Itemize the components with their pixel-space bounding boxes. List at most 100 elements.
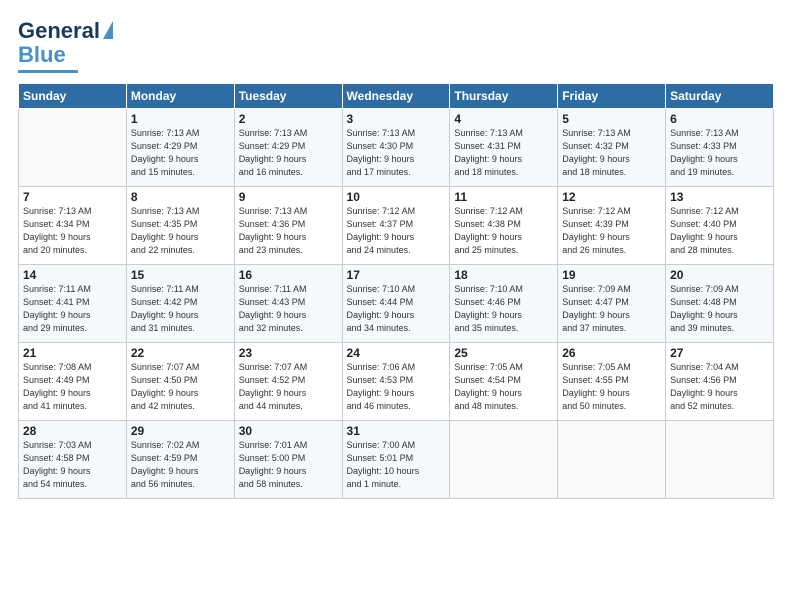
day-number: 28 — [23, 424, 122, 438]
day-number: 11 — [454, 190, 553, 204]
day-info: Sunrise: 7:12 AMSunset: 4:40 PMDaylight:… — [670, 205, 769, 257]
calendar-cell: 5Sunrise: 7:13 AMSunset: 4:32 PMDaylight… — [558, 109, 666, 187]
day-number: 12 — [562, 190, 661, 204]
day-info: Sunrise: 7:13 AMSunset: 4:31 PMDaylight:… — [454, 127, 553, 179]
day-info: Sunrise: 7:13 AMSunset: 4:33 PMDaylight:… — [670, 127, 769, 179]
day-number: 4 — [454, 112, 553, 126]
logo-blue-text: Blue — [18, 42, 66, 68]
day-info: Sunrise: 7:03 AMSunset: 4:58 PMDaylight:… — [23, 439, 122, 491]
day-info: Sunrise: 7:12 AMSunset: 4:39 PMDaylight:… — [562, 205, 661, 257]
day-info: Sunrise: 7:13 AMSunset: 4:32 PMDaylight:… — [562, 127, 661, 179]
calendar-cell — [19, 109, 127, 187]
calendar-cell: 11Sunrise: 7:12 AMSunset: 4:38 PMDayligh… — [450, 187, 558, 265]
day-number: 10 — [347, 190, 446, 204]
day-header-thursday: Thursday — [450, 84, 558, 109]
day-info: Sunrise: 7:06 AMSunset: 4:53 PMDaylight:… — [347, 361, 446, 413]
calendar-table: SundayMondayTuesdayWednesdayThursdayFrid… — [18, 83, 774, 499]
calendar-cell: 24Sunrise: 7:06 AMSunset: 4:53 PMDayligh… — [342, 343, 450, 421]
day-number: 17 — [347, 268, 446, 282]
day-number: 29 — [131, 424, 230, 438]
day-header-tuesday: Tuesday — [234, 84, 342, 109]
calendar-cell: 18Sunrise: 7:10 AMSunset: 4:46 PMDayligh… — [450, 265, 558, 343]
day-info: Sunrise: 7:05 AMSunset: 4:55 PMDaylight:… — [562, 361, 661, 413]
day-number: 27 — [670, 346, 769, 360]
day-number: 23 — [239, 346, 338, 360]
calendar-cell — [558, 421, 666, 499]
day-info: Sunrise: 7:11 AMSunset: 4:41 PMDaylight:… — [23, 283, 122, 335]
calendar-cell: 4Sunrise: 7:13 AMSunset: 4:31 PMDaylight… — [450, 109, 558, 187]
day-header-wednesday: Wednesday — [342, 84, 450, 109]
day-header-saturday: Saturday — [666, 84, 774, 109]
day-info: Sunrise: 7:13 AMSunset: 4:36 PMDaylight:… — [239, 205, 338, 257]
day-number: 21 — [23, 346, 122, 360]
calendar-cell: 6Sunrise: 7:13 AMSunset: 4:33 PMDaylight… — [666, 109, 774, 187]
day-info: Sunrise: 7:13 AMSunset: 4:34 PMDaylight:… — [23, 205, 122, 257]
day-info: Sunrise: 7:09 AMSunset: 4:47 PMDaylight:… — [562, 283, 661, 335]
calendar-cell: 19Sunrise: 7:09 AMSunset: 4:47 PMDayligh… — [558, 265, 666, 343]
day-header-friday: Friday — [558, 84, 666, 109]
calendar-week-4: 21Sunrise: 7:08 AMSunset: 4:49 PMDayligh… — [19, 343, 774, 421]
calendar-cell — [450, 421, 558, 499]
day-number: 31 — [347, 424, 446, 438]
calendar-cell: 21Sunrise: 7:08 AMSunset: 4:49 PMDayligh… — [19, 343, 127, 421]
calendar-cell — [666, 421, 774, 499]
day-number: 15 — [131, 268, 230, 282]
logo-triangle-icon — [103, 21, 113, 39]
day-info: Sunrise: 7:11 AMSunset: 4:42 PMDaylight:… — [131, 283, 230, 335]
day-number: 5 — [562, 112, 661, 126]
day-info: Sunrise: 7:12 AMSunset: 4:37 PMDaylight:… — [347, 205, 446, 257]
calendar-cell: 16Sunrise: 7:11 AMSunset: 4:43 PMDayligh… — [234, 265, 342, 343]
calendar-week-2: 7Sunrise: 7:13 AMSunset: 4:34 PMDaylight… — [19, 187, 774, 265]
day-info: Sunrise: 7:07 AMSunset: 4:52 PMDaylight:… — [239, 361, 338, 413]
logo-general-text: General — [18, 18, 100, 44]
calendar-header-row: SundayMondayTuesdayWednesdayThursdayFrid… — [19, 84, 774, 109]
calendar-cell: 25Sunrise: 7:05 AMSunset: 4:54 PMDayligh… — [450, 343, 558, 421]
day-info: Sunrise: 7:11 AMSunset: 4:43 PMDaylight:… — [239, 283, 338, 335]
day-number: 18 — [454, 268, 553, 282]
calendar-cell: 10Sunrise: 7:12 AMSunset: 4:37 PMDayligh… — [342, 187, 450, 265]
calendar-cell: 23Sunrise: 7:07 AMSunset: 4:52 PMDayligh… — [234, 343, 342, 421]
day-header-sunday: Sunday — [19, 84, 127, 109]
calendar-cell: 17Sunrise: 7:10 AMSunset: 4:44 PMDayligh… — [342, 265, 450, 343]
day-info: Sunrise: 7:09 AMSunset: 4:48 PMDaylight:… — [670, 283, 769, 335]
calendar-week-5: 28Sunrise: 7:03 AMSunset: 4:58 PMDayligh… — [19, 421, 774, 499]
calendar-cell: 22Sunrise: 7:07 AMSunset: 4:50 PMDayligh… — [126, 343, 234, 421]
page: General Blue SundayMondayTuesdayWednesda… — [0, 0, 792, 509]
calendar-week-3: 14Sunrise: 7:11 AMSunset: 4:41 PMDayligh… — [19, 265, 774, 343]
day-number: 13 — [670, 190, 769, 204]
calendar-cell: 14Sunrise: 7:11 AMSunset: 4:41 PMDayligh… — [19, 265, 127, 343]
day-info: Sunrise: 7:13 AMSunset: 4:29 PMDaylight:… — [131, 127, 230, 179]
day-number: 25 — [454, 346, 553, 360]
day-number: 30 — [239, 424, 338, 438]
calendar-cell: 29Sunrise: 7:02 AMSunset: 4:59 PMDayligh… — [126, 421, 234, 499]
calendar-cell: 15Sunrise: 7:11 AMSunset: 4:42 PMDayligh… — [126, 265, 234, 343]
day-info: Sunrise: 7:12 AMSunset: 4:38 PMDaylight:… — [454, 205, 553, 257]
calendar-cell: 12Sunrise: 7:12 AMSunset: 4:39 PMDayligh… — [558, 187, 666, 265]
calendar-cell: 1Sunrise: 7:13 AMSunset: 4:29 PMDaylight… — [126, 109, 234, 187]
calendar-cell: 13Sunrise: 7:12 AMSunset: 4:40 PMDayligh… — [666, 187, 774, 265]
day-number: 3 — [347, 112, 446, 126]
header: General Blue — [18, 18, 774, 73]
calendar-cell: 7Sunrise: 7:13 AMSunset: 4:34 PMDaylight… — [19, 187, 127, 265]
day-number: 19 — [562, 268, 661, 282]
logo: General Blue — [18, 18, 113, 73]
calendar-cell: 31Sunrise: 7:00 AMSunset: 5:01 PMDayligh… — [342, 421, 450, 499]
day-info: Sunrise: 7:04 AMSunset: 4:56 PMDaylight:… — [670, 361, 769, 413]
calendar-cell: 26Sunrise: 7:05 AMSunset: 4:55 PMDayligh… — [558, 343, 666, 421]
day-info: Sunrise: 7:08 AMSunset: 4:49 PMDaylight:… — [23, 361, 122, 413]
day-number: 16 — [239, 268, 338, 282]
calendar-cell: 20Sunrise: 7:09 AMSunset: 4:48 PMDayligh… — [666, 265, 774, 343]
day-number: 26 — [562, 346, 661, 360]
calendar-cell: 30Sunrise: 7:01 AMSunset: 5:00 PMDayligh… — [234, 421, 342, 499]
day-header-monday: Monday — [126, 84, 234, 109]
day-number: 8 — [131, 190, 230, 204]
day-info: Sunrise: 7:13 AMSunset: 4:35 PMDaylight:… — [131, 205, 230, 257]
calendar-week-1: 1Sunrise: 7:13 AMSunset: 4:29 PMDaylight… — [19, 109, 774, 187]
day-number: 9 — [239, 190, 338, 204]
calendar-cell: 28Sunrise: 7:03 AMSunset: 4:58 PMDayligh… — [19, 421, 127, 499]
day-number: 22 — [131, 346, 230, 360]
day-info: Sunrise: 7:13 AMSunset: 4:30 PMDaylight:… — [347, 127, 446, 179]
calendar-cell: 8Sunrise: 7:13 AMSunset: 4:35 PMDaylight… — [126, 187, 234, 265]
calendar-cell: 9Sunrise: 7:13 AMSunset: 4:36 PMDaylight… — [234, 187, 342, 265]
day-info: Sunrise: 7:01 AMSunset: 5:00 PMDaylight:… — [239, 439, 338, 491]
